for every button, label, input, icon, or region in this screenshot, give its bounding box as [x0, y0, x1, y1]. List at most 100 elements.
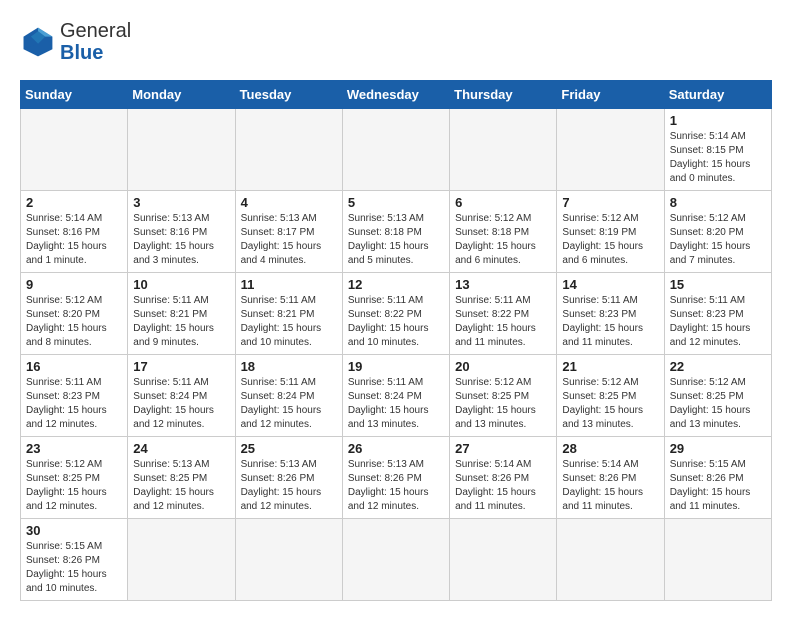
calendar-cell	[557, 109, 664, 191]
day-info: Sunrise: 5:14 AM Sunset: 8:26 PM Dayligh…	[455, 458, 551, 514]
day-info: Sunrise: 5:11 AM Sunset: 8:24 PM Dayligh…	[133, 376, 229, 432]
day-info: Sunrise: 5:13 AM Sunset: 8:16 PM Dayligh…	[133, 212, 229, 268]
day-number: 24	[133, 441, 229, 456]
day-number: 19	[348, 359, 444, 374]
weekday-header: Tuesday	[235, 81, 342, 109]
calendar-cell: 26 Sunrise: 5:13 AM Sunset: 8:26 PM Dayli…	[342, 437, 449, 519]
day-info: Sunrise: 5:13 AM Sunset: 8:26 PM Dayligh…	[241, 458, 337, 514]
day-number: 4	[241, 195, 337, 210]
calendar-cell: 22 Sunrise: 5:12 AM Sunset: 8:25 PM Dayli…	[664, 355, 771, 437]
calendar-cell: 10Sunrise: 5:11 AM Sunset: 8:21 PM Dayli…	[128, 273, 235, 355]
calendar-cell	[128, 109, 235, 191]
calendar-cell: 21 Sunrise: 5:12 AM Sunset: 8:25 PM Dayli…	[557, 355, 664, 437]
calendar-cell: 25Sunrise: 5:13 AM Sunset: 8:26 PM Dayli…	[235, 437, 342, 519]
calendar-cell: 1Sunrise: 5:14 AM Sunset: 8:15 PM Daylig…	[664, 109, 771, 191]
day-info: Sunrise: 5:11 AM Sunset: 8:23 PM Dayligh…	[562, 294, 658, 350]
day-info: Sunrise: 5:13 AM Sunset: 8:25 PM Dayligh…	[133, 458, 229, 514]
day-info: Sunrise: 5:14 AM Sunset: 8:16 PM Dayligh…	[26, 212, 122, 268]
weekday-header: Monday	[128, 81, 235, 109]
day-info: Sunrise: 5:11 AM Sunset: 8:24 PM Dayligh…	[348, 376, 444, 432]
logo-text: General Blue	[60, 20, 131, 64]
day-number: 17	[133, 359, 229, 374]
day-number: 1	[670, 113, 766, 128]
day-number: 15	[670, 277, 766, 292]
calendar-cell: 9Sunrise: 5:12 AM Sunset: 8:20 PM Daylig…	[21, 273, 128, 355]
calendar-cell: 16Sunrise: 5:11 AM Sunset: 8:23 PM Dayli…	[21, 355, 128, 437]
calendar-cell	[450, 109, 557, 191]
day-number: 28	[562, 441, 658, 456]
day-number: 7	[562, 195, 658, 210]
day-info: Sunrise: 5:12 AM Sunset: 8:20 PM Dayligh…	[26, 294, 122, 350]
day-number: 27	[455, 441, 551, 456]
day-info: Sunrise: 5:11 AM Sunset: 8:22 PM Dayligh…	[455, 294, 551, 350]
calendar-cell	[21, 109, 128, 191]
day-info: Sunrise: 5:11 AM Sunset: 8:24 PM Dayligh…	[241, 376, 337, 432]
calendar-cell: 29 Sunrise: 5:15 AM Sunset: 8:26 PM Dayli…	[664, 437, 771, 519]
day-info: Sunrise: 5:13 AM Sunset: 8:18 PM Dayligh…	[348, 212, 444, 268]
day-number: 21	[562, 359, 658, 374]
logo: General Blue	[20, 20, 131, 64]
day-number: 6	[455, 195, 551, 210]
weekday-header: Wednesday	[342, 81, 449, 109]
calendar-cell: 27 Sunrise: 5:14 AM Sunset: 8:26 PM Dayli…	[450, 437, 557, 519]
day-info: Sunrise: 5:12 AM Sunset: 8:25 PM Dayligh…	[26, 458, 122, 514]
calendar-cell: 23 Sunrise: 5:12 AM Sunset: 8:25 PM Dayli…	[21, 437, 128, 519]
calendar-cell: 8Sunrise: 5:12 AM Sunset: 8:20 PM Daylig…	[664, 191, 771, 273]
calendar-table: SundayMondayTuesdayWednesdayThursdayFrid…	[20, 80, 772, 601]
day-info: Sunrise: 5:14 AM Sunset: 8:26 PM Dayligh…	[562, 458, 658, 514]
day-number: 26	[348, 441, 444, 456]
day-number: 22	[670, 359, 766, 374]
day-info: Sunrise: 5:11 AM Sunset: 8:21 PM Dayligh…	[241, 294, 337, 350]
day-info: Sunrise: 5:13 AM Sunset: 8:26 PM Dayligh…	[348, 458, 444, 514]
calendar-cell	[557, 519, 664, 601]
weekday-header: Thursday	[450, 81, 557, 109]
calendar-cell: 30 Sunrise: 5:15 AM Sunset: 8:26 PM Dayli…	[21, 519, 128, 601]
calendar-cell: 4Sunrise: 5:13 AM Sunset: 8:17 PM Daylig…	[235, 191, 342, 273]
calendar-cell: 28 Sunrise: 5:14 AM Sunset: 8:26 PM Dayli…	[557, 437, 664, 519]
day-info: Sunrise: 5:11 AM Sunset: 8:21 PM Dayligh…	[133, 294, 229, 350]
day-number: 2	[26, 195, 122, 210]
day-number: 23	[26, 441, 122, 456]
calendar-cell: 7 Sunrise: 5:12 AM Sunset: 8:19 PM Daylig…	[557, 191, 664, 273]
calendar-cell	[235, 519, 342, 601]
day-number: 30	[26, 523, 122, 538]
day-info: Sunrise: 5:12 AM Sunset: 8:20 PM Dayligh…	[670, 212, 766, 268]
calendar-cell: 14Sunrise: 5:11 AM Sunset: 8:23 PM Dayli…	[557, 273, 664, 355]
day-number: 29	[670, 441, 766, 456]
day-number: 3	[133, 195, 229, 210]
page-header: General Blue	[20, 20, 772, 64]
calendar-cell	[342, 109, 449, 191]
logo-icon	[20, 24, 56, 60]
calendar-cell	[235, 109, 342, 191]
day-number: 18	[241, 359, 337, 374]
day-info: Sunrise: 5:12 AM Sunset: 8:25 PM Dayligh…	[670, 376, 766, 432]
day-info: Sunrise: 5:12 AM Sunset: 8:25 PM Dayligh…	[562, 376, 658, 432]
day-info: Sunrise: 5:11 AM Sunset: 8:23 PM Dayligh…	[26, 376, 122, 432]
day-number: 20	[455, 359, 551, 374]
calendar-cell: 17 Sunrise: 5:11 AM Sunset: 8:24 PM Dayli…	[128, 355, 235, 437]
weekday-header: Sunday	[21, 81, 128, 109]
day-info: Sunrise: 5:11 AM Sunset: 8:22 PM Dayligh…	[348, 294, 444, 350]
calendar-cell: 12Sunrise: 5:11 AM Sunset: 8:22 PM Dayli…	[342, 273, 449, 355]
day-number: 11	[241, 277, 337, 292]
day-number: 13	[455, 277, 551, 292]
weekday-header: Friday	[557, 81, 664, 109]
calendar-cell: 3 Sunrise: 5:13 AM Sunset: 8:16 PM Daylig…	[128, 191, 235, 273]
calendar-cell: 2 Sunrise: 5:14 AM Sunset: 8:16 PM Daylig…	[21, 191, 128, 273]
calendar-cell: 15Sunrise: 5:11 AM Sunset: 8:23 PM Dayli…	[664, 273, 771, 355]
calendar-cell: 5Sunrise: 5:13 AM Sunset: 8:18 PM Daylig…	[342, 191, 449, 273]
weekday-header: Saturday	[664, 81, 771, 109]
calendar-cell	[128, 519, 235, 601]
calendar-cell: 24 Sunrise: 5:13 AM Sunset: 8:25 PM Dayli…	[128, 437, 235, 519]
day-info: Sunrise: 5:12 AM Sunset: 8:19 PM Dayligh…	[562, 212, 658, 268]
day-info: Sunrise: 5:15 AM Sunset: 8:26 PM Dayligh…	[670, 458, 766, 514]
calendar-cell: 11 Sunrise: 5:11 AM Sunset: 8:21 PM Dayli…	[235, 273, 342, 355]
day-info: Sunrise: 5:12 AM Sunset: 8:18 PM Dayligh…	[455, 212, 551, 268]
calendar-cell: 13 Sunrise: 5:11 AM Sunset: 8:22 PM Dayli…	[450, 273, 557, 355]
day-info: Sunrise: 5:15 AM Sunset: 8:26 PM Dayligh…	[26, 540, 122, 596]
calendar-cell	[450, 519, 557, 601]
calendar-cell: 6 Sunrise: 5:12 AM Sunset: 8:18 PM Daylig…	[450, 191, 557, 273]
calendar-cell: 19 Sunrise: 5:11 AM Sunset: 8:24 PM Dayli…	[342, 355, 449, 437]
calendar-cell	[664, 519, 771, 601]
calendar-cell	[342, 519, 449, 601]
